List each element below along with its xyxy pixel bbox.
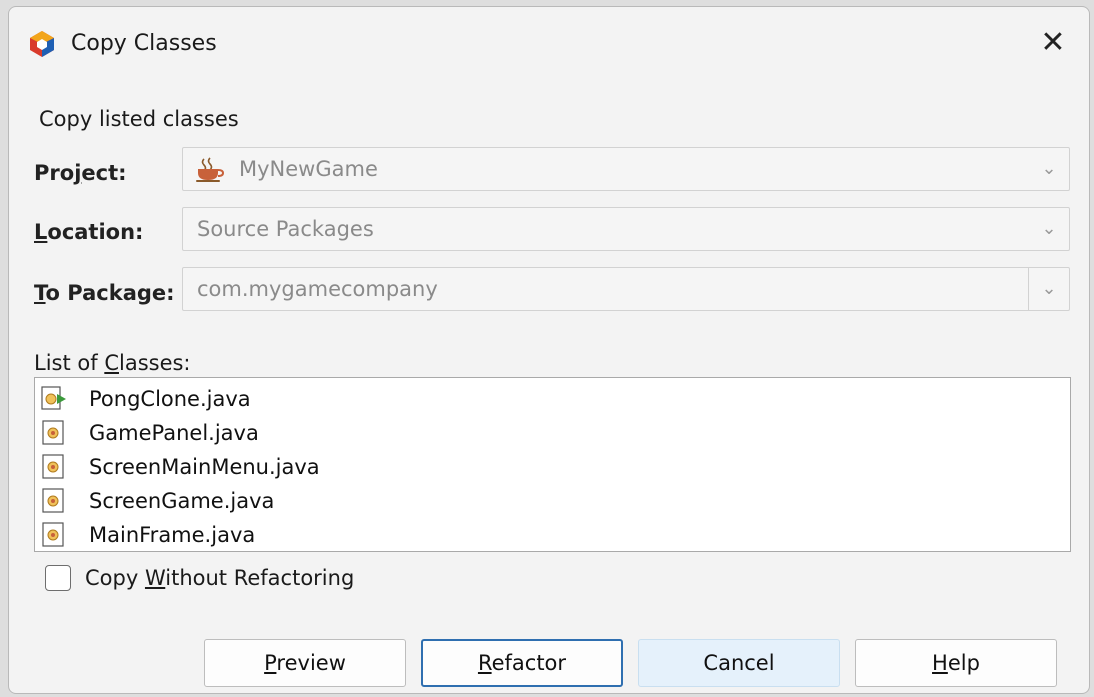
- location-value: Source Packages: [197, 217, 374, 241]
- project-value: MyNewGame: [239, 157, 378, 181]
- preview-button[interactable]: Preview: [204, 639, 406, 687]
- to-package-combobox[interactable]: com.mygamecompany ⌄: [182, 267, 1070, 311]
- section-heading: Copy listed classes: [39, 107, 239, 131]
- class-name: ScreenGame.java: [89, 489, 275, 513]
- dialog-title: Copy Classes: [71, 31, 217, 56]
- class-name: PongClone.java: [89, 387, 251, 411]
- project-label: Project:: [34, 161, 127, 185]
- location-label: Location:: [34, 220, 144, 244]
- list-item[interactable]: ScreenMainMenu.java: [41, 450, 641, 484]
- chevron-down-icon: ⌄: [1041, 218, 1057, 239]
- refactor-button[interactable]: Refactor: [421, 639, 623, 687]
- project-combobox[interactable]: MyNewGame ⌄: [182, 147, 1070, 191]
- chevron-down-icon[interactable]: ⌄: [1028, 268, 1069, 310]
- to-package-label: To Package:: [34, 281, 175, 305]
- java-class-icon: [42, 522, 64, 547]
- list-item[interactable]: MainFrame.java: [41, 518, 641, 552]
- close-icon: ✕: [1040, 25, 1066, 60]
- class-name: ScreenMainMenu.java: [89, 455, 320, 479]
- java-coffee-cup-icon: [196, 157, 225, 182]
- class-name: GamePanel.java: [89, 421, 259, 445]
- classes-list-label: List of Classes:: [34, 351, 191, 375]
- copy-classes-dialog: Copy Classes ✕ Copy listed classes Proje…: [8, 6, 1090, 694]
- list-item[interactable]: ScreenGame.java: [41, 484, 641, 518]
- copy-without-refactoring-option[interactable]: Copy Without Refactoring: [45, 564, 445, 596]
- netbeans-app-icon: [30, 31, 54, 57]
- chevron-down-icon: ⌄: [1041, 158, 1057, 179]
- to-package-value[interactable]: com.mygamecompany: [197, 268, 438, 310]
- classes-list[interactable]: PongClone.java GamePanel.java ScreenMain…: [34, 377, 1071, 552]
- java-main-class-icon: [41, 386, 66, 410]
- java-class-icon: [42, 488, 64, 513]
- list-item[interactable]: PongClone.java: [41, 382, 641, 416]
- close-button[interactable]: ✕: [1031, 21, 1075, 65]
- title-bar: Copy Classes ✕: [9, 7, 1089, 79]
- copy-without-refactoring-label: Copy Without Refactoring: [85, 566, 355, 590]
- java-class-icon: [42, 454, 64, 479]
- copy-without-refactoring-checkbox[interactable]: [45, 565, 71, 591]
- list-item[interactable]: GamePanel.java: [41, 416, 641, 450]
- java-class-icon: [42, 420, 64, 445]
- class-name: MainFrame.java: [89, 523, 256, 547]
- location-combobox[interactable]: Source Packages ⌄: [182, 207, 1070, 251]
- cancel-button[interactable]: Cancel: [638, 639, 840, 687]
- help-button[interactable]: Help: [855, 639, 1057, 687]
